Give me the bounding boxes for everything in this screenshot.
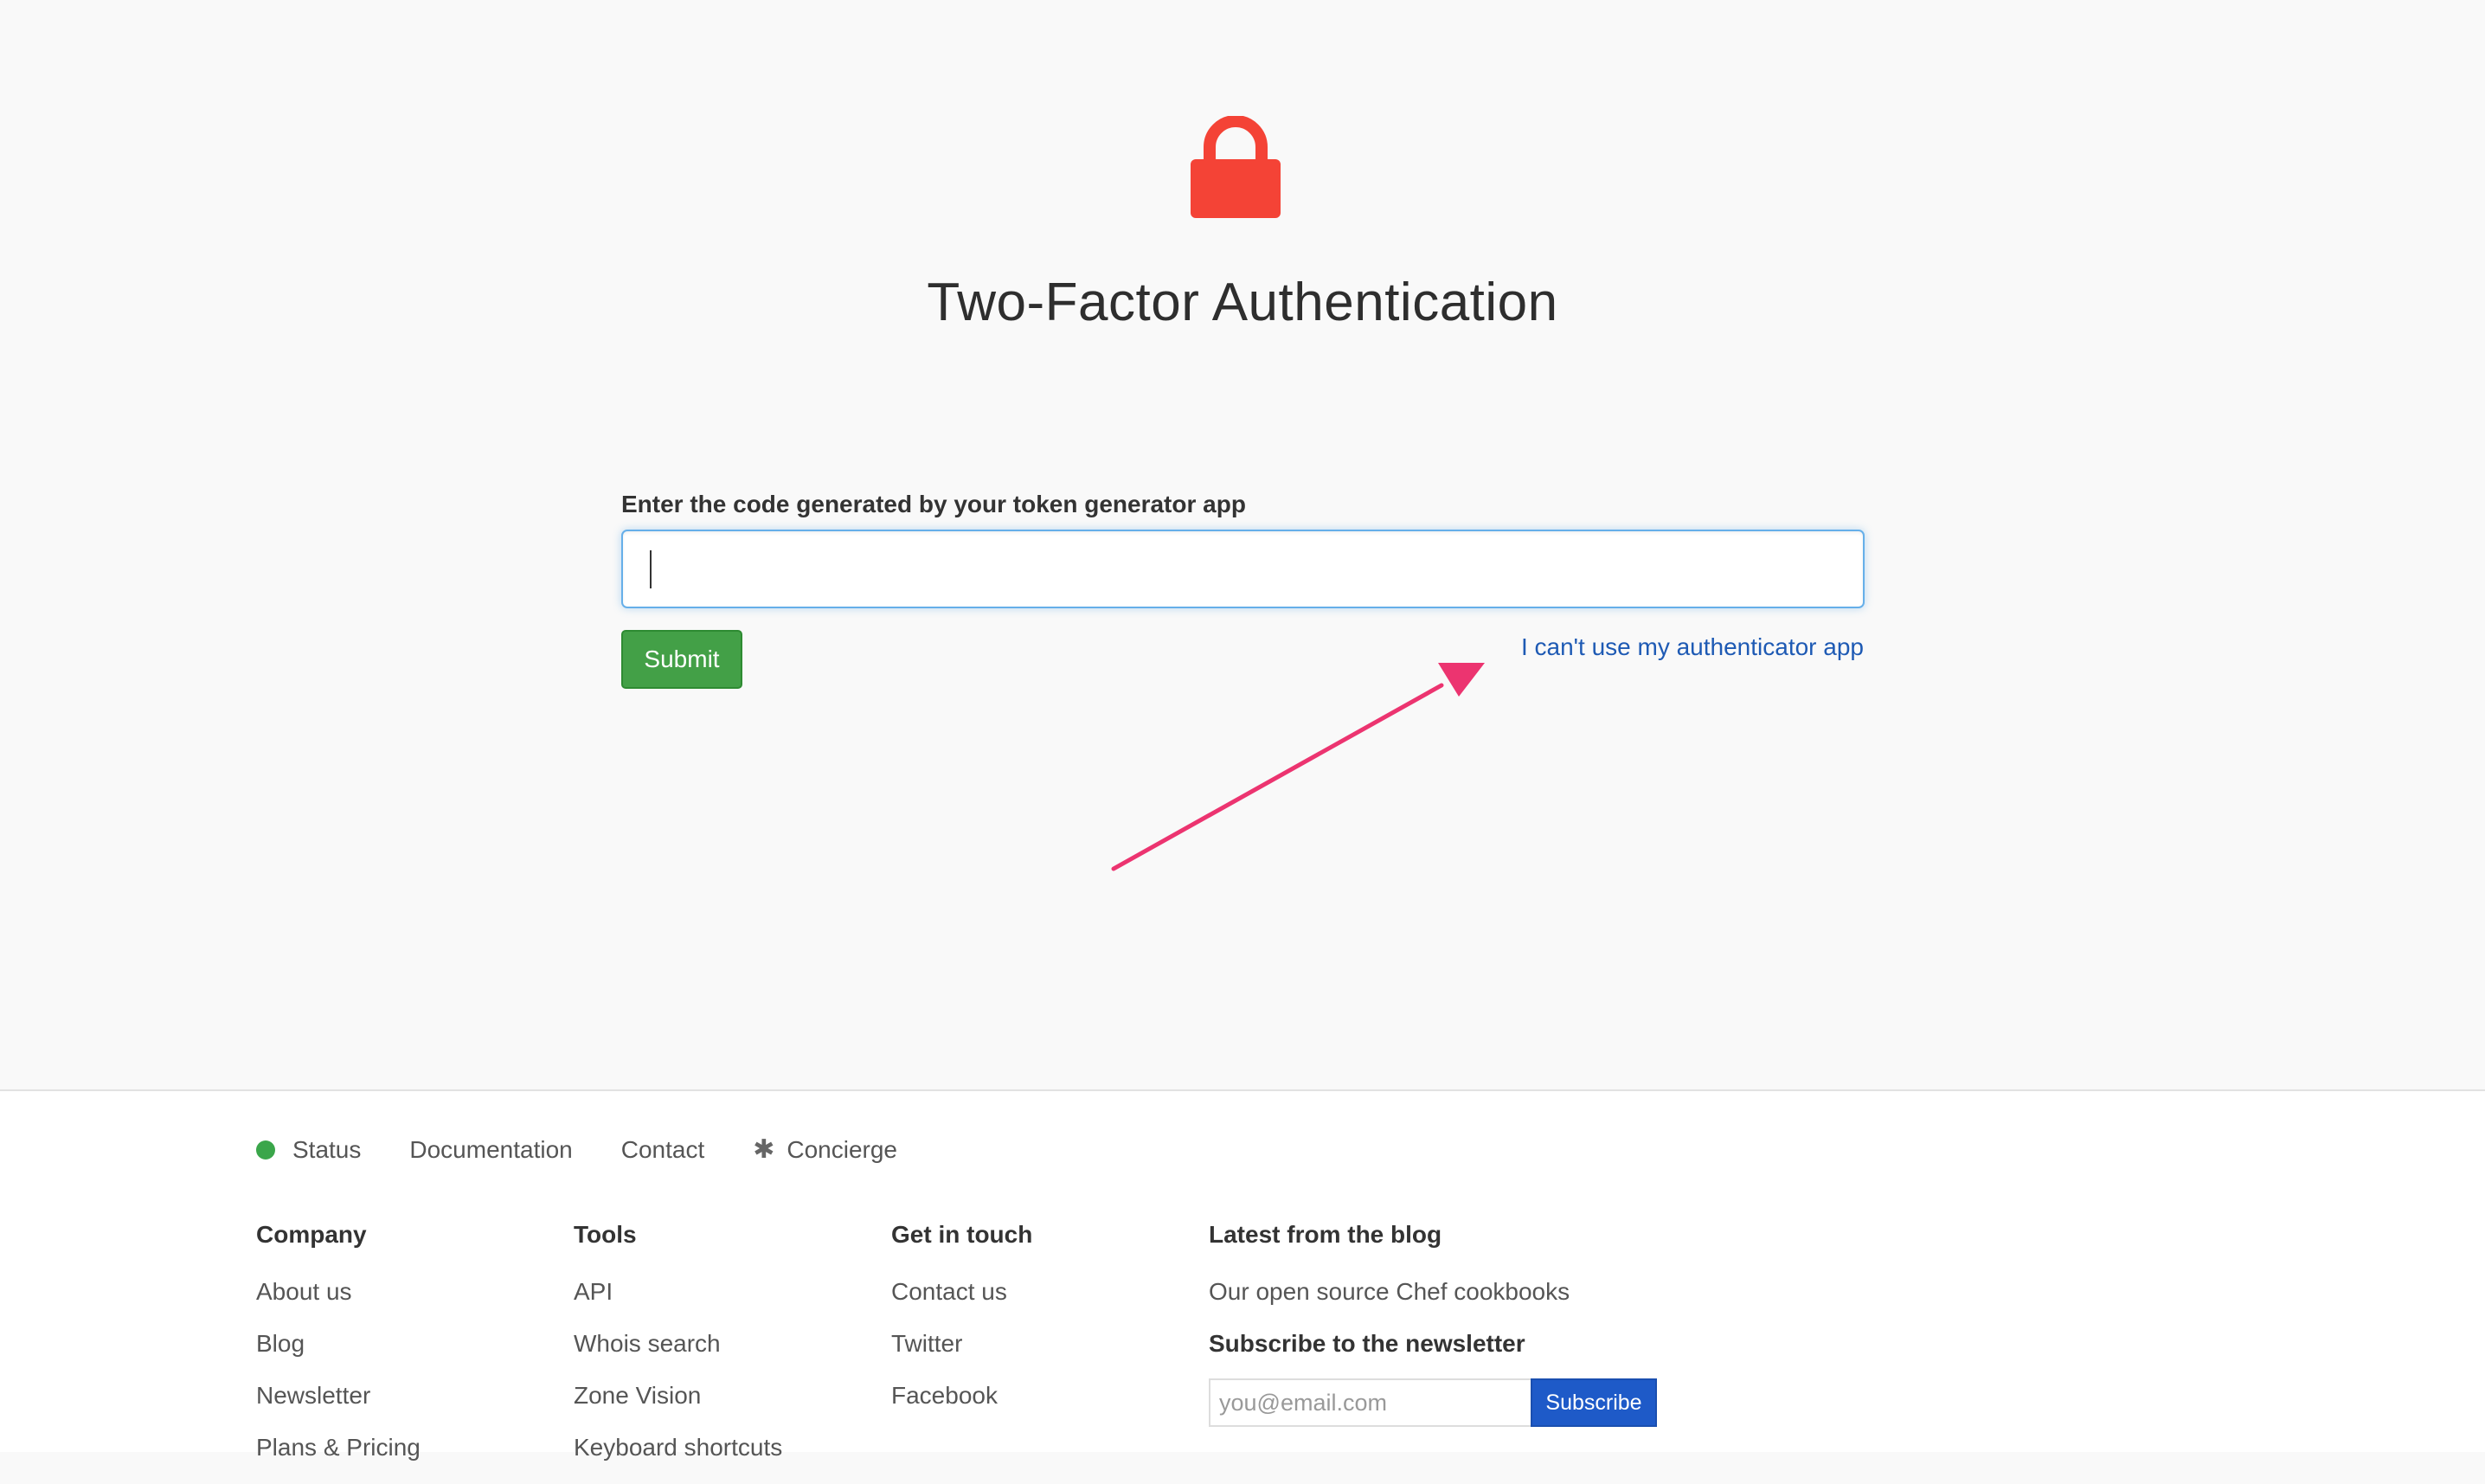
- footer-column-company: Company About us Blog Newsletter Plans &…: [256, 1219, 421, 1484]
- footer-link-twitter[interactable]: Twitter: [891, 1328, 1032, 1359]
- footer-link-status-label: Status: [292, 1135, 362, 1163]
- footer-link-concierge-label: Concierge: [787, 1135, 898, 1163]
- asterisk-icon: ✱: [753, 1135, 775, 1164]
- footer-link-blog[interactable]: Blog: [256, 1328, 421, 1359]
- status-dot-icon: [256, 1140, 275, 1160]
- subscribe-button[interactable]: Subscribe: [1531, 1378, 1657, 1427]
- footer-column-blog: Latest from the blog Our open source Che…: [1209, 1219, 1657, 1427]
- footer-blog-post-link[interactable]: Our open source Chef cookbooks: [1209, 1276, 1657, 1307]
- footer: Status Documentation Contact ✱ Concierge…: [0, 1089, 2485, 1461]
- footer-heading-tools: Tools: [574, 1221, 637, 1248]
- footer-link-newsletter[interactable]: Newsletter: [256, 1380, 421, 1411]
- footer-link-contact[interactable]: Contact: [621, 1136, 705, 1164]
- auth-panel: Two-Factor Authentication Enter the code…: [0, 0, 2485, 1089]
- footer-link-status[interactable]: Status: [256, 1136, 361, 1164]
- footer-link-whois-search[interactable]: Whois search: [574, 1328, 782, 1359]
- footer-link-api[interactable]: API: [574, 1276, 782, 1307]
- newsletter-heading: Subscribe to the newsletter: [1209, 1330, 1525, 1357]
- footer-link-plans-pricing[interactable]: Plans & Pricing: [256, 1432, 421, 1463]
- footer-link-about-us[interactable]: About us: [256, 1276, 421, 1307]
- footer-link-documentation[interactable]: Documentation: [409, 1136, 572, 1164]
- footer-heading-blog: Latest from the blog: [1209, 1221, 1442, 1248]
- footer-link-zone-vision[interactable]: Zone Vision: [574, 1380, 782, 1411]
- newsletter-email-input[interactable]: [1209, 1378, 1531, 1427]
- footer-link-facebook[interactable]: Facebook: [891, 1380, 1032, 1411]
- footer-link-concierge[interactable]: ✱ Concierge: [753, 1134, 897, 1165]
- footer-link-keyboard-shortcuts[interactable]: Keyboard shortcuts: [574, 1432, 782, 1463]
- footer-top-links: Status Documentation Contact ✱ Concierge: [256, 1134, 946, 1165]
- footer-link-contact-us[interactable]: Contact us: [891, 1276, 1032, 1307]
- newsletter-form: Subscribe: [1209, 1378, 1657, 1427]
- footer-heading-get-in-touch: Get in touch: [891, 1221, 1033, 1248]
- annotation-arrow: [1111, 663, 1485, 871]
- footer-column-tools: Tools API Whois search Zone Vision Keybo…: [574, 1219, 782, 1484]
- footer-heading-company: Company: [256, 1221, 367, 1248]
- footer-column-get-in-touch: Get in touch Contact us Twitter Facebook: [891, 1219, 1032, 1432]
